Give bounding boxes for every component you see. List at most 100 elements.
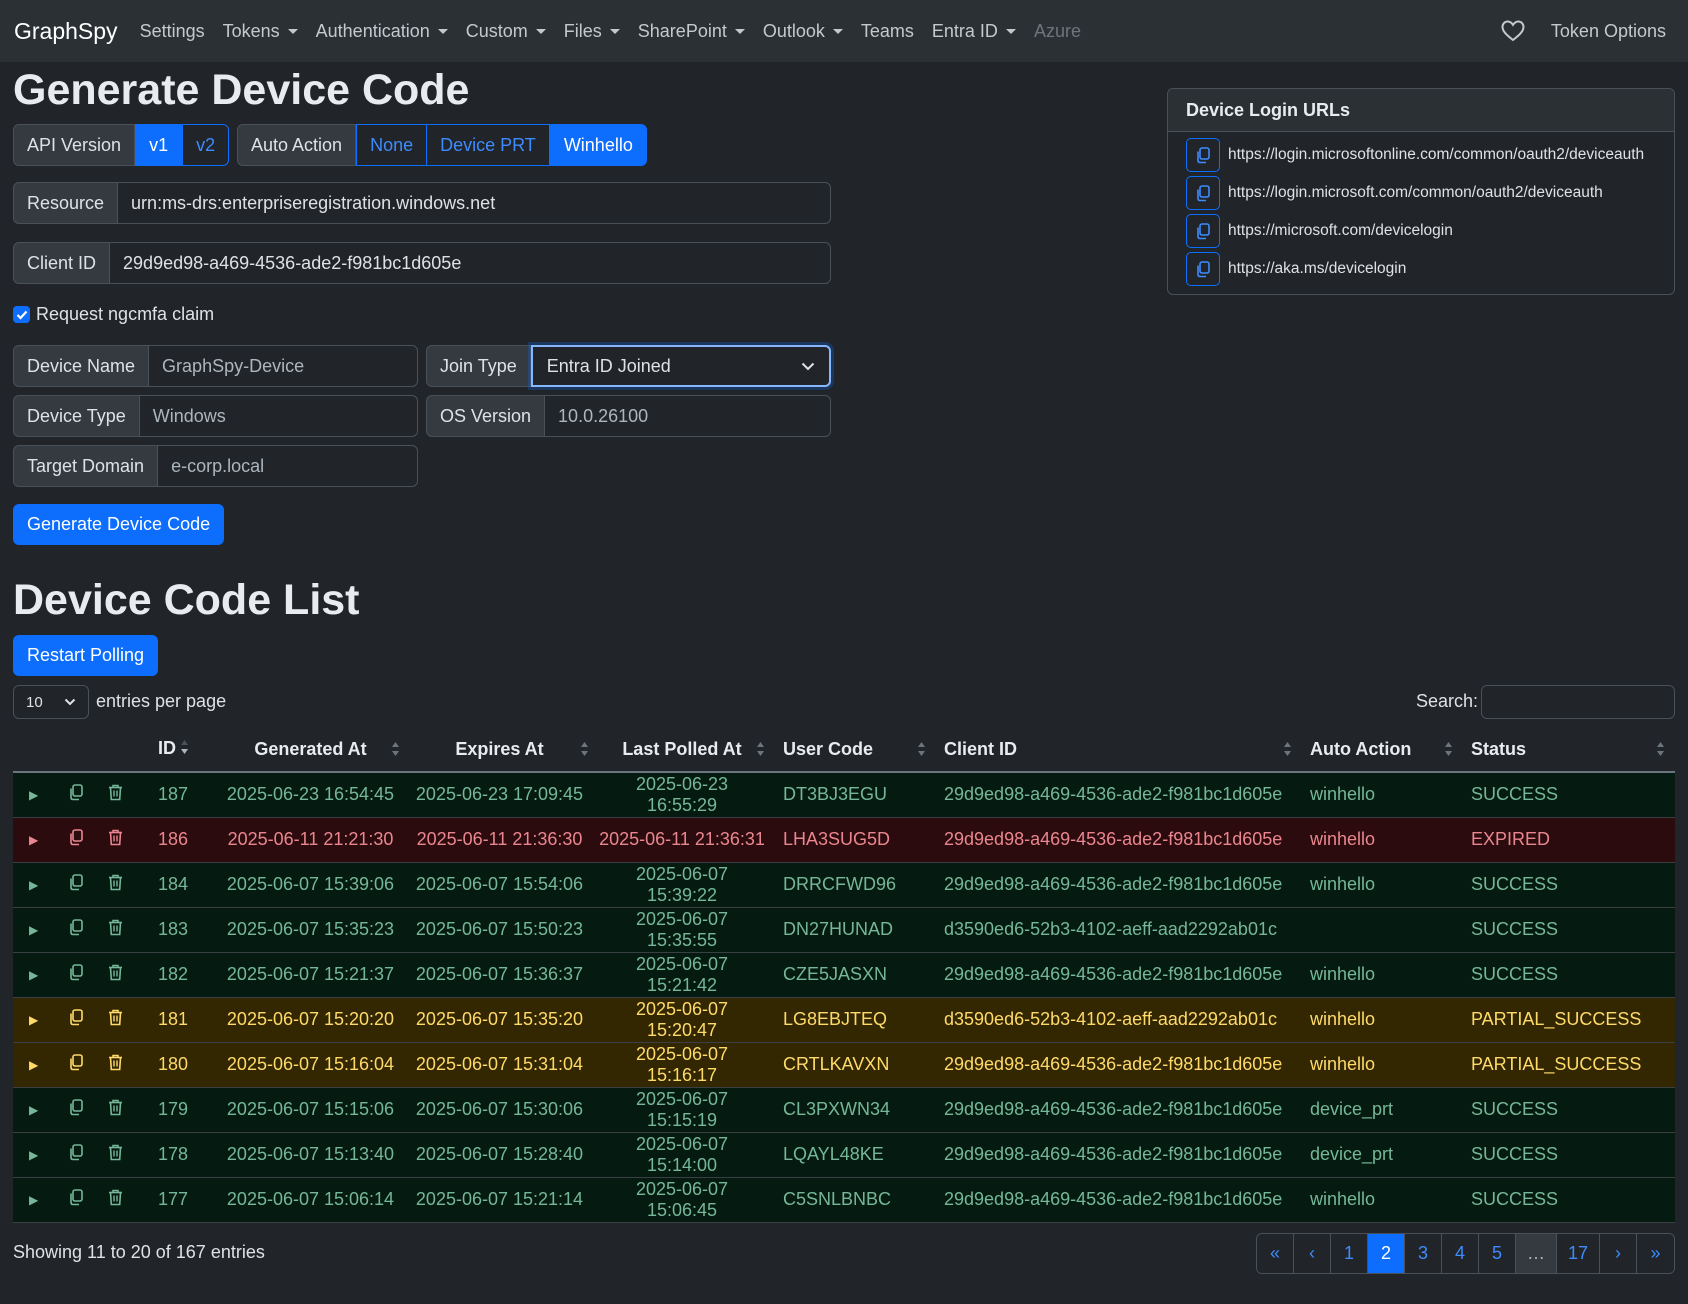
copy-icon[interactable] (68, 1053, 84, 1071)
heart-icon[interactable] (1501, 20, 1525, 42)
trash-icon[interactable] (108, 1189, 123, 1206)
nav-item-entra-id[interactable]: Entra ID (932, 21, 1016, 42)
login-url[interactable]: https://microsoft.com/devicelogin (1228, 222, 1453, 240)
expand-row-icon[interactable]: ▶ (13, 862, 60, 908)
expand-row-icon[interactable]: ▶ (13, 1132, 60, 1178)
trash-icon[interactable] (108, 874, 123, 891)
column-header-auto-action[interactable]: Auto Action (1302, 727, 1463, 773)
copy-icon[interactable] (68, 963, 84, 981)
copy-icon[interactable] (68, 783, 84, 801)
expand-row-icon[interactable]: ▶ (13, 952, 60, 998)
page-link[interactable]: › (1600, 1234, 1637, 1273)
cell-polled: 2025-06-23 16:55:29 (599, 772, 775, 818)
trash-icon[interactable] (108, 1009, 123, 1026)
api-v1-button[interactable]: v1 (135, 124, 183, 166)
trash-icon[interactable] (108, 829, 123, 846)
nav-item-teams[interactable]: Teams (861, 21, 914, 42)
trash-icon[interactable] (108, 1099, 123, 1116)
page-link[interactable]: 4 (1441, 1234, 1479, 1273)
trash-icon[interactable] (108, 919, 123, 936)
expand-row-icon[interactable]: ▶ (13, 772, 60, 818)
copy-row-cell (60, 1132, 104, 1178)
cell-user-code: LQAYL48KE (775, 1132, 936, 1178)
page-link[interactable]: 5 (1478, 1234, 1516, 1273)
column-header-expires-at[interactable]: Expires At (410, 727, 599, 773)
auto-winhello-button[interactable]: Winhello (549, 124, 647, 166)
column-header-client-id[interactable]: Client ID (936, 727, 1302, 773)
caret-down-icon (832, 28, 843, 34)
trash-icon[interactable] (108, 784, 123, 801)
expand-row-icon[interactable]: ▶ (13, 817, 60, 863)
nav-item-tokens[interactable]: Tokens (223, 21, 298, 42)
expand-row-icon[interactable]: ▶ (13, 1177, 60, 1223)
expand-row-icon[interactable]: ▶ (13, 1087, 60, 1133)
client-id-input[interactable]: 29d9ed98-a469-4536-ade2-f981bc1d605e (110, 242, 831, 284)
chevron-down-icon (801, 362, 815, 370)
copy-url-button[interactable] (1186, 252, 1220, 286)
restart-polling-button[interactable]: Restart Polling (13, 635, 159, 676)
copy-icon[interactable] (68, 873, 84, 891)
nav-item-files[interactable]: Files (564, 21, 620, 42)
join-type-select[interactable]: Entra ID Joined (530, 345, 831, 387)
copy-icon[interactable] (68, 1188, 84, 1206)
auto-device-prt-button[interactable]: Device PRT (427, 124, 550, 166)
nav-item-sharepoint[interactable]: SharePoint (638, 21, 745, 42)
resource-input[interactable]: urn:ms-drs:enterpriseregistration.window… (118, 182, 831, 224)
nav-item-authentication[interactable]: Authentication (316, 21, 448, 42)
trash-icon[interactable] (108, 1054, 123, 1071)
card-header: Device Login URLs (1168, 89, 1674, 132)
caret-down-icon (1005, 28, 1016, 34)
token-options-link[interactable]: Token Options (1551, 21, 1666, 42)
page-link[interactable]: 3 (1404, 1234, 1442, 1273)
expand-row-icon[interactable]: ▶ (13, 1042, 60, 1088)
trash-icon[interactable] (108, 964, 123, 981)
copy-url-button[interactable] (1186, 138, 1220, 172)
nav-item-settings[interactable]: Settings (140, 21, 205, 42)
column-header-id[interactable]: ID (158, 727, 221, 773)
login-url[interactable]: https://aka.ms/devicelogin (1228, 260, 1406, 278)
page-link[interactable]: 2 (1367, 1234, 1405, 1273)
column-header-user-code[interactable]: User Code (775, 727, 936, 773)
entries-per-page-select[interactable]: 10 (13, 685, 89, 719)
page-link[interactable]: ‹ (1293, 1234, 1331, 1273)
brand[interactable]: GraphSpy (14, 18, 118, 45)
trash-icon[interactable] (108, 1144, 123, 1161)
api-v2-button[interactable]: v2 (182, 124, 230, 166)
column-header-status[interactable]: Status (1463, 727, 1675, 773)
device-name-group: Device Name GraphSpy-Device (13, 345, 418, 387)
header-blank (104, 727, 158, 773)
copy-icon[interactable] (68, 1143, 84, 1161)
page-link[interactable]: 1 (1330, 1234, 1368, 1273)
login-url[interactable]: https://login.microsoftonline.com/common… (1228, 146, 1644, 164)
auto-none-button[interactable]: None (356, 124, 428, 166)
resource-group: Resource urn:ms-drs:enterpriseregistrati… (13, 182, 831, 224)
delete-row-cell (104, 997, 158, 1043)
device-name-input[interactable]: GraphSpy-Device (149, 345, 418, 387)
os-version-input[interactable]: 10.0.26100 (545, 395, 831, 437)
device-type-input[interactable]: Windows (139, 395, 418, 437)
nav-item-azure[interactable]: Azure (1034, 21, 1081, 42)
copy-url-button[interactable] (1186, 214, 1220, 248)
page-link[interactable]: 17 (1556, 1234, 1600, 1273)
page-link[interactable]: « (1256, 1234, 1294, 1273)
expand-row-icon[interactable]: ▶ (13, 997, 60, 1043)
nav-item-outlook[interactable]: Outlook (763, 21, 843, 42)
ngcmfa-label[interactable]: Request ngcmfa claim (36, 304, 214, 325)
ngcmfa-checkbox[interactable] (13, 306, 30, 323)
expand-row-icon[interactable]: ▶ (13, 907, 60, 953)
target-domain-input[interactable]: e-corp.local (158, 445, 418, 487)
nav-item-custom[interactable]: Custom (466, 21, 546, 42)
copy-icon[interactable] (68, 918, 84, 936)
copy-icon[interactable] (68, 1008, 84, 1026)
navbar: GraphSpy Settings Tokens Authentication Cus… (0, 0, 1688, 62)
login-url[interactable]: https://login.microsoft.com/common/oauth… (1228, 184, 1603, 202)
page-link[interactable]: » (1637, 1234, 1674, 1273)
column-header-generated-at[interactable]: Generated At (221, 727, 410, 773)
column-header-last-polled-at[interactable]: Last Polled At (599, 727, 775, 773)
copy-icon[interactable] (68, 828, 84, 846)
copy-icon (1195, 222, 1211, 240)
copy-url-button[interactable] (1186, 176, 1220, 210)
search-input[interactable] (1481, 685, 1675, 719)
generate-device-code-button[interactable]: Generate Device Code (13, 504, 225, 545)
copy-icon[interactable] (68, 1098, 84, 1116)
